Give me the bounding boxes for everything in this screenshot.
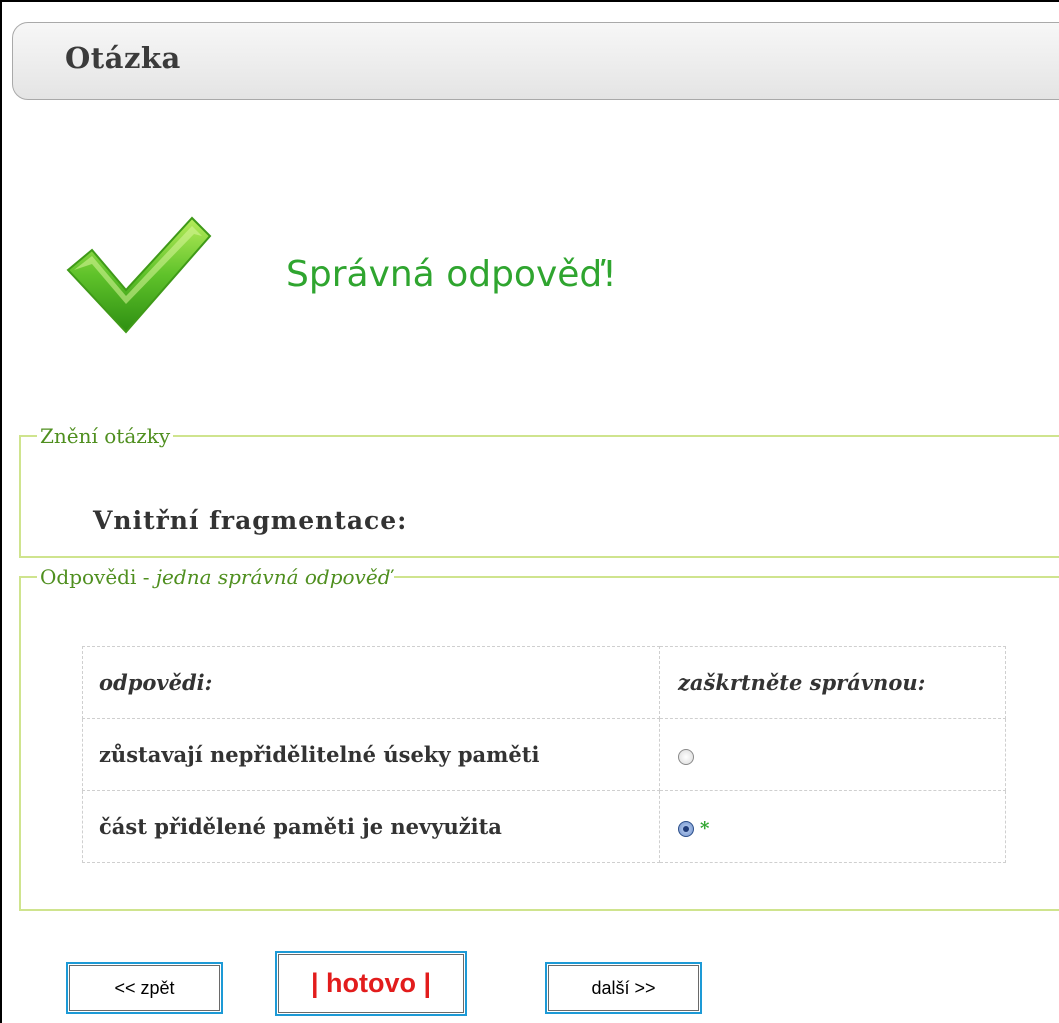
column-header-answers: odpovědi: (82, 646, 660, 719)
back-button[interactable]: << zpět (66, 962, 223, 1014)
question-text: Vnitřní fragmentace: (93, 506, 408, 535)
question-fieldset: Znění otázky Vnitřní fragmentace: (19, 424, 1059, 558)
column-header-select: zaškrtněte správnou: (659, 646, 1006, 719)
next-button[interactable]: další >> (545, 962, 702, 1014)
header-bar: Otázka (12, 22, 1059, 100)
done-button[interactable]: | hotovo | (275, 951, 467, 1016)
answer-text: část přidělené paměti je nevyužita (82, 790, 660, 863)
answers-legend-prefix: Odpovědi - (40, 565, 156, 589)
result-message: Správná odpověď! (286, 254, 617, 295)
checkmark-icon (66, 216, 212, 334)
answers-table: odpovědi: zaškrtněte správnou: zůstavají… (82, 646, 1006, 863)
answer-select-cell (659, 718, 1006, 791)
correct-marker: * (700, 818, 710, 839)
table-row: zůstavají nepřidělitelné úseky paměti (82, 718, 1006, 791)
answer-radio[interactable] (678, 748, 694, 765)
table-row: část přidělené paměti je nevyužita * (82, 790, 1006, 863)
answer-radio[interactable] (678, 820, 694, 837)
table-header-row: odpovědi: zaškrtněte správnou: (82, 646, 1006, 719)
answer-text: zůstavají nepřidělitelné úseky paměti (82, 718, 660, 791)
question-legend: Znění otázky (40, 424, 171, 448)
answers-legend-note: jedna správná odpověď (155, 565, 391, 589)
answer-select-cell: * (659, 790, 1006, 863)
answers-legend: Odpovědi - jedna správná odpověď (37, 565, 394, 589)
page-title: Otázka (65, 41, 181, 75)
answers-fieldset: Odpovědi - jedna správná odpověď odpověd… (19, 565, 1059, 911)
